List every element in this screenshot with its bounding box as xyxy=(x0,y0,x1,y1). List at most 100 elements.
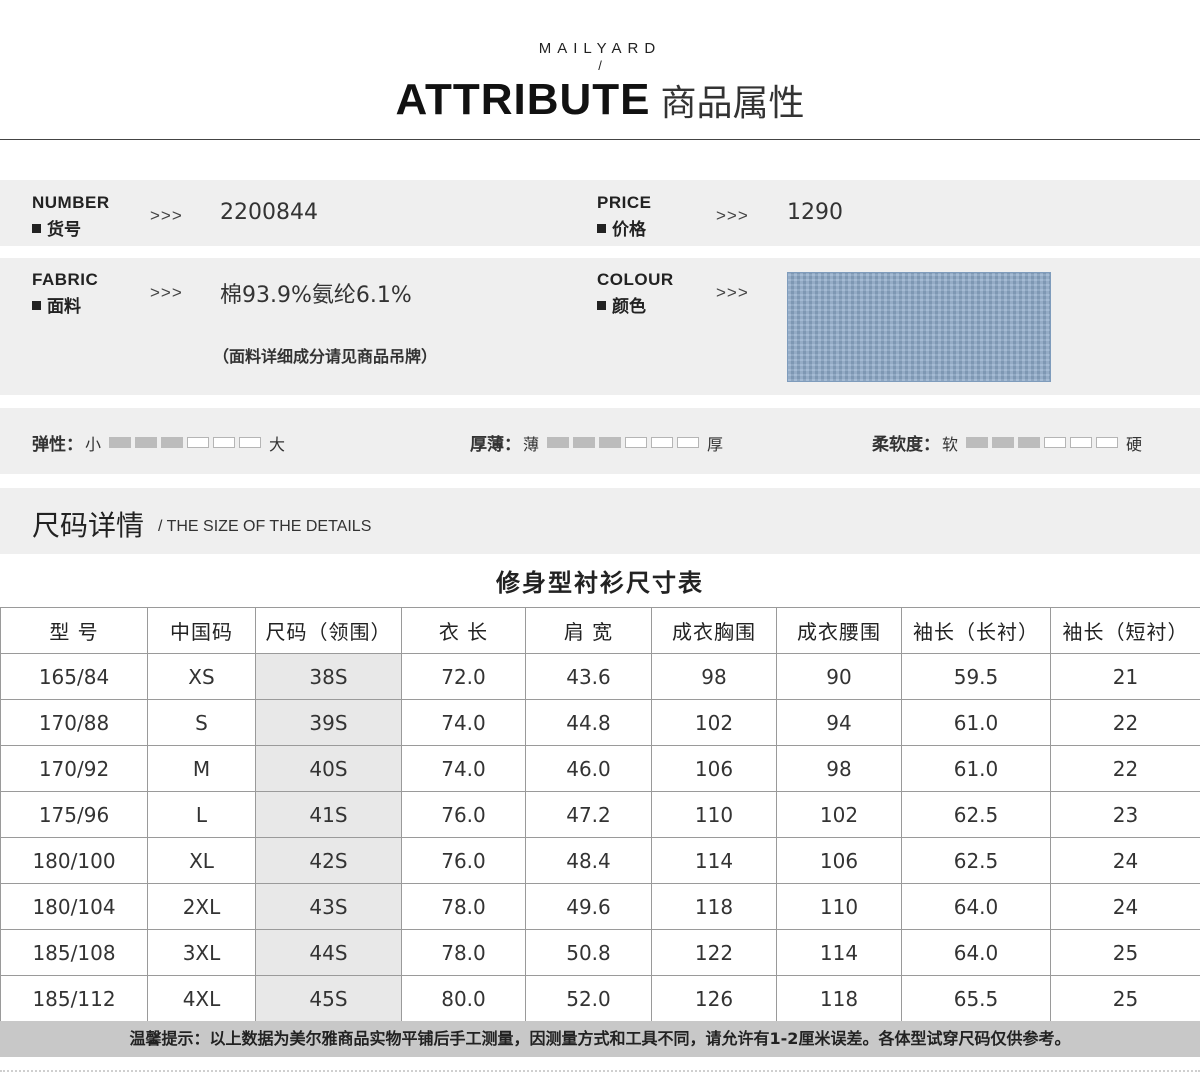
thickness-level-box xyxy=(547,437,570,448)
bullet-square-icon xyxy=(597,224,606,233)
thickness-level-box xyxy=(651,437,674,448)
number-label-cn: 货号 xyxy=(32,215,81,240)
size-table-cell: 25 xyxy=(1050,929,1200,976)
footer-dotted-divider xyxy=(0,1070,1200,1072)
thickness-max: 厚 xyxy=(707,434,724,454)
size-table-cell: 41S xyxy=(255,791,402,838)
size-table-cell: 61.0 xyxy=(901,699,1051,746)
size-table-cell: 39S xyxy=(255,699,402,746)
size-table-cell: 102 xyxy=(651,699,777,746)
size-table-cell: 170/88 xyxy=(0,699,148,746)
size-table-cell: 2XL xyxy=(147,883,256,930)
page-title-cn: 商品属性 xyxy=(660,83,805,124)
bullet-square-icon xyxy=(32,301,41,310)
size-table-header-cell: 肩 宽 xyxy=(525,607,652,654)
size-table-header-cell: 成衣胸围 xyxy=(651,607,777,654)
number-label-en: NUMBER xyxy=(32,193,110,212)
price-value: 1290 xyxy=(787,200,843,225)
colour-label-cn: 颜色 xyxy=(597,292,646,317)
size-table-cell: 114 xyxy=(776,929,902,976)
elasticity-level-boxes xyxy=(109,433,265,452)
size-table-cell: 185/108 xyxy=(0,929,148,976)
size-table-cell: 74.0 xyxy=(401,699,526,746)
softness-label: 柔软度： xyxy=(872,435,940,455)
attribute-row-fabric-colour: FABRIC 面料 >>> 棉93.9%氨纶6.1% （面料详细成分请见商品吊牌… xyxy=(0,258,1200,395)
size-table-cell: 21 xyxy=(1050,653,1200,700)
size-table-header-cell: 袖长（短衬） xyxy=(1050,607,1200,654)
colour-label-en: COLOUR xyxy=(597,270,674,289)
size-table-cell: XS xyxy=(147,653,256,700)
size-table-cell: 80.0 xyxy=(401,975,526,1022)
size-table-cell: 40S xyxy=(255,745,402,792)
size-section-subtitle: / THE SIZE OF THE DETAILS xyxy=(158,518,372,535)
size-table-cell: 24 xyxy=(1050,883,1200,930)
size-table-cell: 46.0 xyxy=(525,745,652,792)
size-table-cell: 118 xyxy=(776,975,902,1022)
size-table-cell: 42S xyxy=(255,837,402,884)
fabric-label-cn: 面料 xyxy=(32,292,81,317)
size-table-cell: 110 xyxy=(651,791,777,838)
page-title-en: ATTRIBUTE xyxy=(395,75,651,124)
size-table-cell: XL xyxy=(147,837,256,884)
bullet-square-icon xyxy=(597,301,606,310)
elasticity-level-box xyxy=(161,437,184,448)
number-value: 2200844 xyxy=(220,200,318,225)
size-table-cell: 78.0 xyxy=(401,929,526,976)
size-table-cell: 23 xyxy=(1050,791,1200,838)
size-table-cell: 76.0 xyxy=(401,791,526,838)
size-table: 型 号中国码 尺码（领围）衣 长肩 宽成衣胸围 成衣腰围 袖长（长衬） 袖长（短衬） 1… xyxy=(0,607,1200,1022)
size-table-cell: 98 xyxy=(776,745,902,792)
footer-tip: 温馨提示：以上数据为美尔雅商品实物平铺后手工测量，因测量方式和工具不同，请允许有… xyxy=(0,1021,1200,1057)
softness-level-box xyxy=(1070,437,1093,448)
table-row: 170/92 M 40S 74.0 46.0 106 98 61.0 22 xyxy=(0,745,1200,792)
elasticity-label: 弹性： xyxy=(32,435,83,455)
size-section-header: 尺码详情 / THE SIZE OF THE DETAILS xyxy=(0,488,1200,554)
table-row: 185/112 4XL 45S 80.0 52.0 126 118 65.5 25 xyxy=(0,975,1200,1022)
size-table-cell: 22 xyxy=(1050,699,1200,746)
size-table-header-cell: 成衣腰围 xyxy=(776,607,902,654)
thickness-level-box xyxy=(599,437,622,448)
fabric-note: （面料详细成分请见商品吊牌） xyxy=(213,347,438,366)
bullet-square-icon xyxy=(32,224,41,233)
colour-arrows: >>> xyxy=(716,283,749,302)
size-table-title: 修身型衬衫尺寸表 xyxy=(496,569,704,597)
colour-swatch xyxy=(787,272,1051,382)
size-table-header-cell: 衣 长 xyxy=(401,607,526,654)
size-table-cell: 78.0 xyxy=(401,883,526,930)
softness-level-box xyxy=(1044,437,1067,448)
size-table-cell: 52.0 xyxy=(525,975,652,1022)
size-table-cell: 38S xyxy=(255,653,402,700)
size-table-cell: 118 xyxy=(651,883,777,930)
size-table-header-cell: 中国码 xyxy=(147,607,256,654)
size-table-cell: 44.8 xyxy=(525,699,652,746)
size-table-cell: 90 xyxy=(776,653,902,700)
size-table-cell: 72.0 xyxy=(401,653,526,700)
size-table-cell: L xyxy=(147,791,256,838)
size-table-cell: 64.0 xyxy=(901,883,1051,930)
size-table-cell: 65.5 xyxy=(901,975,1051,1022)
elasticity-scale: 弹性： 小 大 xyxy=(32,430,293,456)
thickness-min: 薄 xyxy=(523,434,540,454)
size-table-cell: 114 xyxy=(651,837,777,884)
size-table-cell: 4XL xyxy=(147,975,256,1022)
size-table-cell: 59.5 xyxy=(901,653,1051,700)
size-table-cell: S xyxy=(147,699,256,746)
softness-scale: 柔软度： 软 硬 xyxy=(872,430,1150,456)
table-row: 170/88 S 39S 74.0 44.8 102 94 61.0 22 xyxy=(0,699,1200,746)
size-table-cell: 47.2 xyxy=(525,791,652,838)
size-table-header-cell: 袖长（长衬） xyxy=(901,607,1051,654)
size-table-cell: 61.0 xyxy=(901,745,1051,792)
elasticity-min: 小 xyxy=(85,434,102,454)
brand-name: MAILYARD xyxy=(538,40,662,57)
softness-level-box xyxy=(966,437,989,448)
size-section-title: 尺码详情 xyxy=(32,509,145,542)
size-table-cell: 122 xyxy=(651,929,777,976)
size-table-cell: 43.6 xyxy=(525,653,652,700)
softness-level-box xyxy=(1096,437,1119,448)
thickness-level-box xyxy=(677,437,700,448)
table-row: 180/104 2XL 43S 78.0 49.6 118 110 64.0 24 xyxy=(0,883,1200,930)
brand-slash: / xyxy=(598,58,602,73)
price-label-en: PRICE xyxy=(597,193,652,212)
size-table-cell: 185/112 xyxy=(0,975,148,1022)
size-table-header-cell: 型 号 xyxy=(0,607,148,654)
